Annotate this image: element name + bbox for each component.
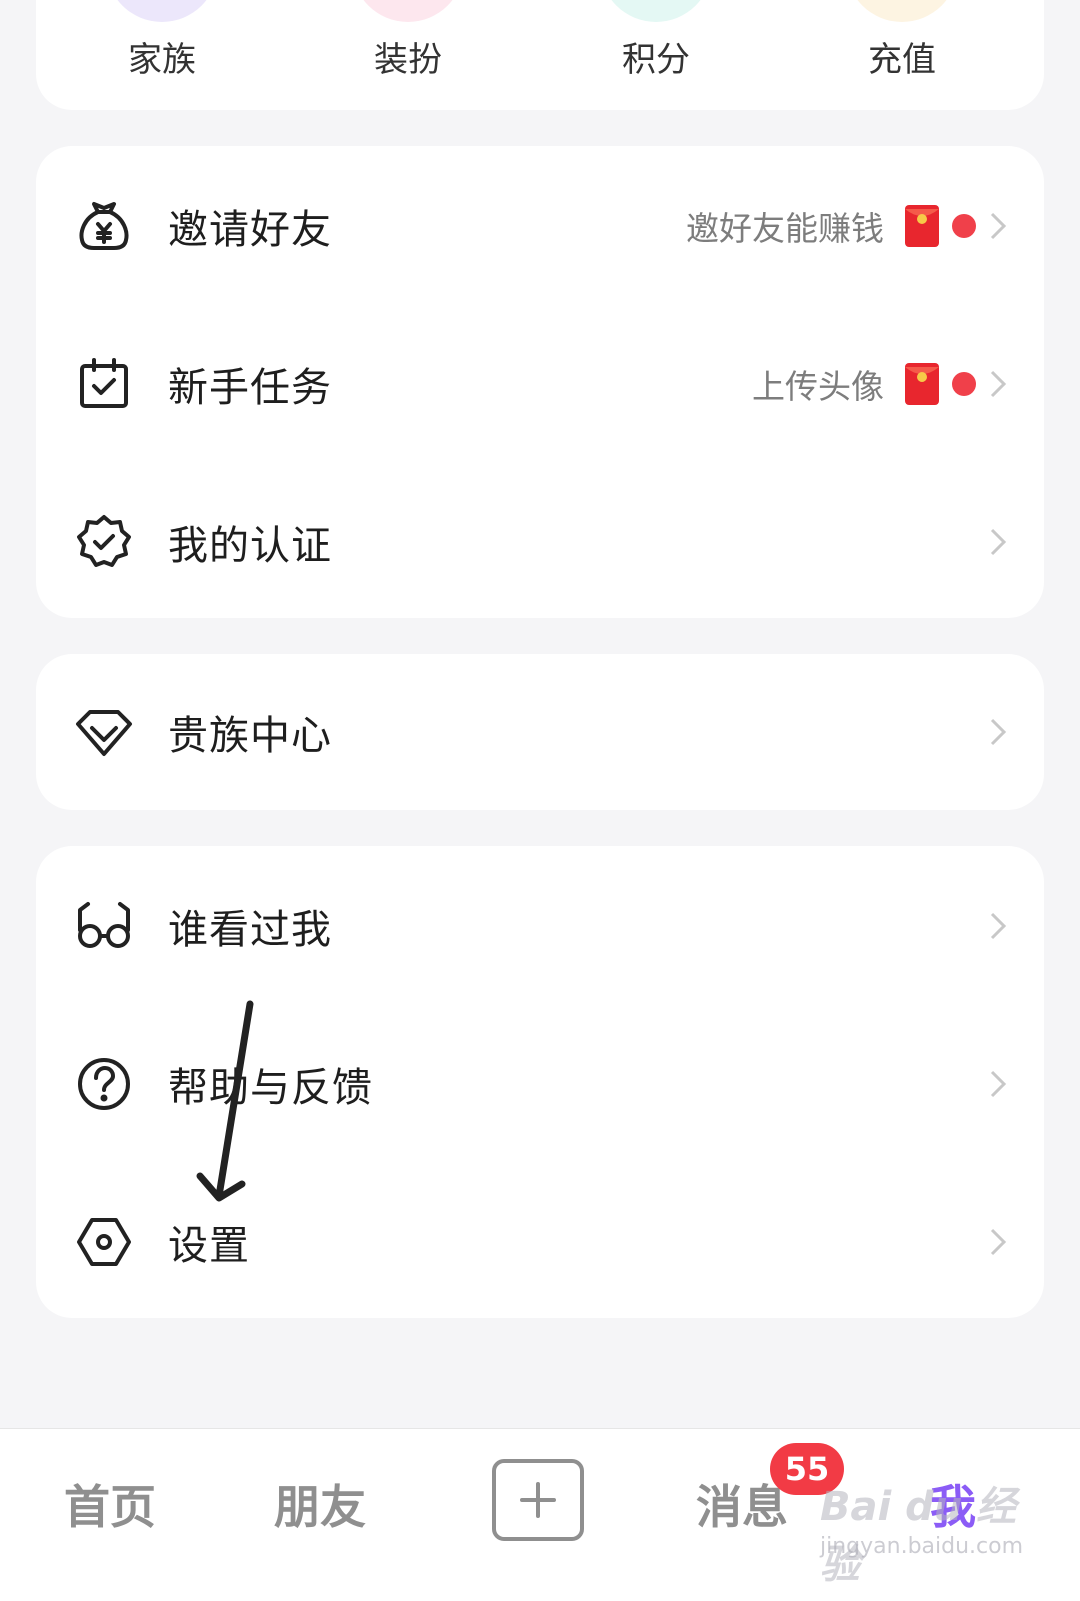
menu-item-who-viewed-me[interactable]: 谁看过我 [36,846,1044,1006]
help-circle-icon [74,1054,134,1114]
menu-item-label: 新手任务 [168,365,332,411]
publish-button[interactable] [492,1459,584,1541]
menu-item-hint: 邀好友能赚钱 [686,209,884,248]
quick-item-points[interactable]: 积分 [576,0,736,110]
menu-item-noble-center[interactable]: 贵族中心 [36,654,1044,810]
notification-dot [952,214,976,238]
red-envelope-icon [905,363,939,405]
menu-group-2: 贵族中心 [36,654,1044,810]
glasses-icon [74,896,134,956]
chevron-right-icon [990,1228,1007,1256]
verified-badge-icon [74,512,134,572]
quick-item-family[interactable]: 家族 [82,0,242,110]
quick-item-label: 装扮 [374,40,442,80]
watermark-text: Bai du 经验 [820,1484,1017,1588]
nav-home[interactable]: 首页 [64,1471,156,1537]
notification-dot [952,372,976,396]
menu-group-3: 谁看过我 帮助与反馈 设置 [36,846,1044,1318]
red-envelope-icon [905,205,939,247]
money-bag-icon [74,196,134,256]
chevron-right-icon [990,718,1007,746]
nav-friends[interactable]: 朋友 [274,1471,366,1537]
menu-item-label: 我的认证 [168,523,332,569]
quick-item-label: 充值 [868,40,936,80]
chevron-right-icon [990,912,1007,940]
quick-item-dressup[interactable]: 装扮 [328,0,488,110]
menu-item-label: 贵族中心 [168,713,332,759]
settings-hexagon-icon [74,1212,134,1272]
menu-group-1: 邀请好友 邀好友能赚钱 新手任务 上传头像 我的认证 [36,146,1044,618]
menu-item-label: 帮助与反馈 [168,1065,373,1111]
chevron-right-icon [990,370,1007,398]
diamond-icon [74,702,134,762]
points-icon [600,0,712,22]
watermark-url: jingyan.baidu.com [820,1534,1024,1559]
quick-item-label: 积分 [622,40,690,80]
calendar-check-icon [74,354,134,414]
menu-item-label: 邀请好友 [168,207,332,253]
quick-item-label: 家族 [128,40,196,80]
chevron-right-icon [990,528,1007,556]
menu-item-my-certification[interactable]: 我的认证 [36,462,1044,622]
chevron-right-icon [990,212,1007,240]
recharge-icon [846,0,958,22]
plus-icon [520,1482,556,1518]
menu-item-hint: 上传头像 [752,367,884,406]
menu-item-help-feedback[interactable]: 帮助与反馈 [36,1004,1044,1164]
menu-item-newbie-tasks[interactable]: 新手任务 上传头像 [36,304,1044,464]
family-icon [106,0,218,22]
baidu-watermark: Bai du 经验 jingyan.baidu.com [820,1468,1030,1588]
menu-item-label: 设置 [168,1223,250,1269]
chevron-right-icon [990,1070,1007,1098]
menu-item-settings[interactable]: 设置 [36,1162,1044,1322]
menu-item-invite-friends[interactable]: 邀请好友 邀好友能赚钱 [36,146,1044,306]
quick-actions-card: 家族 装扮 积分 充值 [36,0,1044,110]
menu-item-label: 谁看过我 [168,907,332,953]
dressup-icon [352,0,464,22]
quick-item-recharge[interactable]: 充值 [822,0,982,110]
